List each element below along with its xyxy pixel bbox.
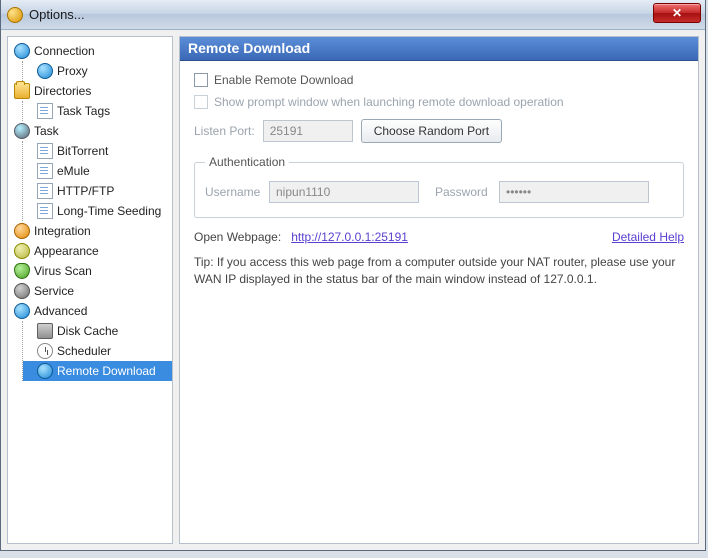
globe-icon	[14, 43, 30, 59]
listen-port-label: Listen Port:	[194, 124, 255, 138]
sidebar-item-bittorrent[interactable]: BitTorrent	[23, 141, 172, 161]
sidebar-item-integration[interactable]: Integration	[8, 221, 172, 241]
sidebar-item-directories[interactable]: Directories	[8, 81, 172, 101]
people-icon	[14, 223, 30, 239]
sidebar-item-scheduler[interactable]: Scheduler	[23, 341, 172, 361]
open-webpage-link[interactable]: http://127.0.0.1:25191	[291, 230, 408, 244]
sidebar-item-task[interactable]: Task	[8, 121, 172, 141]
sidebar-item-label: Long-Time Seeding	[57, 204, 161, 218]
doc-icon	[37, 203, 53, 219]
open-webpage-label: Open Webpage:	[194, 230, 281, 244]
prompt-checkbox[interactable]	[194, 95, 208, 109]
sidebar-item-label: Directories	[34, 84, 91, 98]
close-button[interactable]: ✕	[653, 3, 701, 23]
auth-fieldset: Authentication Username Password	[194, 155, 684, 218]
sidebar-item-virusscan[interactable]: Virus Scan	[8, 261, 172, 281]
shield-icon	[14, 263, 30, 279]
tree: Connection Proxy Directories Task Tags	[8, 37, 172, 385]
random-port-button[interactable]: Choose Random Port	[361, 119, 502, 143]
sidebar-item-seeding[interactable]: Long-Time Seeding	[23, 201, 172, 221]
doc-icon	[37, 183, 53, 199]
clock-icon	[37, 343, 53, 359]
sidebar-item-label: eMule	[57, 164, 90, 178]
close-icon: ✕	[672, 6, 682, 20]
sidebar-item-remotedownload[interactable]: Remote Download	[23, 361, 172, 381]
sidebar-item-proxy[interactable]: Proxy	[23, 61, 172, 81]
titlebar[interactable]: Options... ✕	[1, 0, 705, 30]
username-input[interactable]	[269, 181, 419, 203]
sidebar-item-advanced[interactable]: Advanced	[8, 301, 172, 321]
password-input[interactable]	[499, 181, 649, 203]
panel-title: Remote Download	[180, 37, 698, 61]
sidebar-item-label: Virus Scan	[34, 264, 92, 278]
sidebar-item-label: Task	[34, 124, 59, 138]
panel-body: Enable Remote Download Show prompt windo…	[180, 61, 698, 301]
proxy-icon	[37, 63, 53, 79]
auth-legend: Authentication	[205, 155, 289, 169]
sidebar-item-service[interactable]: Service	[8, 281, 172, 301]
content-panel: Remote Download Enable Remote Download S…	[179, 36, 699, 544]
sidebar-item-label: Task Tags	[57, 104, 110, 118]
folder-icon	[14, 83, 30, 99]
sidebar-item-label: Appearance	[34, 244, 99, 258]
detailed-help-link[interactable]: Detailed Help	[612, 230, 684, 244]
sidebar-item-label: Service	[34, 284, 74, 298]
appearance-icon	[14, 243, 30, 259]
sidebar-item-label: Scheduler	[57, 344, 111, 358]
gear-icon	[14, 283, 30, 299]
options-window: Options... ✕ Connection Proxy	[0, 0, 706, 551]
webpage-row: Open Webpage: http://127.0.0.1:25191 Det…	[194, 230, 684, 244]
prompt-label: Show prompt window when launching remote…	[214, 95, 564, 109]
enable-checkbox[interactable]	[194, 73, 208, 87]
sidebar-item-label: Integration	[34, 224, 91, 238]
enable-row: Enable Remote Download	[194, 73, 684, 87]
globe-icon	[37, 363, 53, 379]
task-icon	[14, 123, 30, 139]
sidebar-item-label: Advanced	[34, 304, 87, 318]
sidebar-item-diskcache[interactable]: Disk Cache	[23, 321, 172, 341]
sidebar-item-label: HTTP/FTP	[57, 184, 114, 198]
password-label: Password	[435, 185, 491, 199]
sidebar-item-emule[interactable]: eMule	[23, 161, 172, 181]
sidebar-item-label: Proxy	[57, 64, 88, 78]
disk-icon	[37, 323, 53, 339]
tip-text: Tip: If you access this web page from a …	[194, 254, 684, 289]
sidebar-item-label: Connection	[34, 44, 95, 58]
sidebar-item-tasktags[interactable]: Task Tags	[23, 101, 172, 121]
sidebar-item-appearance[interactable]: Appearance	[8, 241, 172, 261]
sidebar-item-label: Disk Cache	[57, 324, 118, 338]
sidebar-item-connection[interactable]: Connection	[8, 41, 172, 61]
doc-icon	[37, 163, 53, 179]
advanced-icon	[14, 303, 30, 319]
app-icon	[7, 7, 23, 23]
enable-label: Enable Remote Download	[214, 73, 353, 87]
doc-icon	[37, 143, 53, 159]
prompt-row: Show prompt window when launching remote…	[194, 95, 684, 109]
sidebar-item-httpftp[interactable]: HTTP/FTP	[23, 181, 172, 201]
window-body: Connection Proxy Directories Task Tags	[1, 30, 705, 550]
sidebar: Connection Proxy Directories Task Tags	[7, 36, 173, 544]
sidebar-item-label: Remote Download	[57, 364, 156, 378]
username-label: Username	[205, 185, 261, 199]
sidebar-item-label: BitTorrent	[57, 144, 108, 158]
listen-port-input[interactable]	[263, 120, 353, 142]
port-row: Listen Port: Choose Random Port	[194, 119, 684, 143]
tags-icon	[37, 103, 53, 119]
window-title: Options...	[29, 7, 85, 22]
